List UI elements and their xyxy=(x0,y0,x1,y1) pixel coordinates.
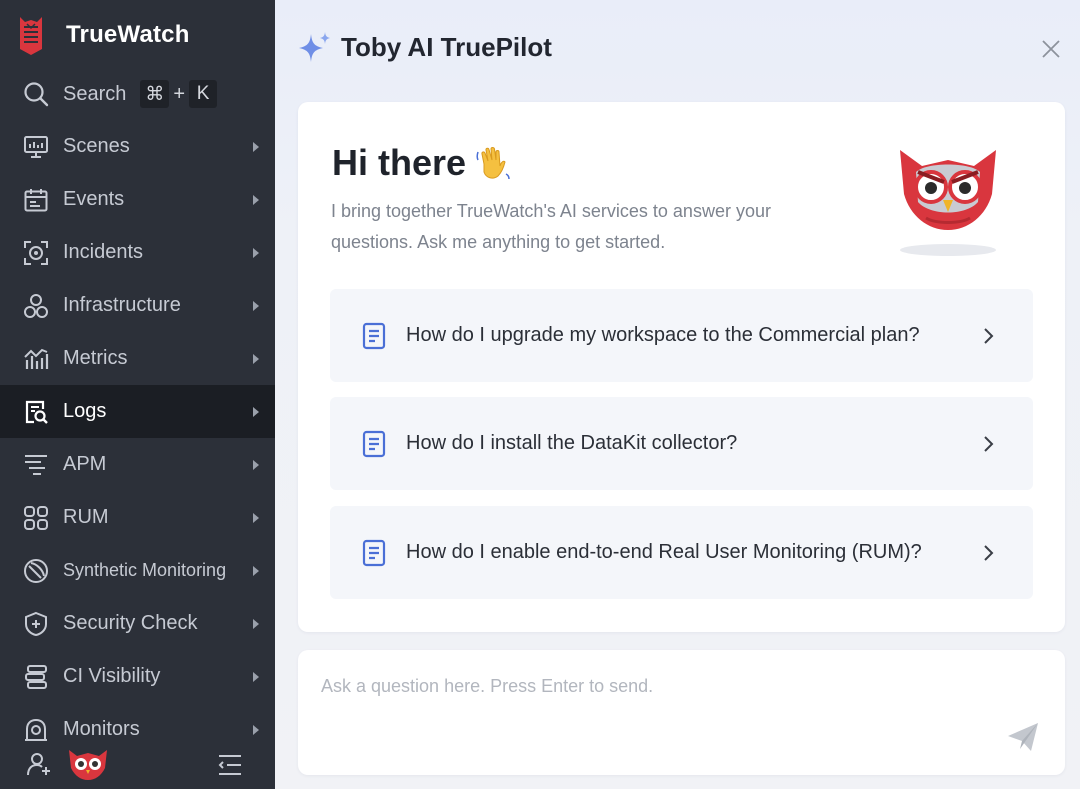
sparkle-icon xyxy=(299,32,330,62)
calendar-icon xyxy=(22,186,50,214)
caret-right-icon xyxy=(253,724,259,735)
chevron-right-icon xyxy=(984,544,994,561)
monitor-icon xyxy=(22,133,50,161)
panel-header: Toby AI TruePilot xyxy=(297,30,552,64)
sidebar-item-label: Metrics xyxy=(63,347,128,369)
suggestion-item[interactable]: How do I upgrade my workspace to the Com… xyxy=(330,289,1033,382)
sidebar-item-label: Logs xyxy=(63,400,107,422)
panel-title: Toby AI TruePilot xyxy=(341,31,552,62)
sidebar-item-logs[interactable]: Logs xyxy=(0,385,275,438)
caret-right-icon xyxy=(253,247,259,258)
document-icon xyxy=(362,539,386,566)
shortcut-plus: + xyxy=(173,82,186,105)
assistant-panel: Toby AI TruePilot Hi there I bring toget… xyxy=(275,0,1080,789)
caret-right-icon xyxy=(253,459,259,470)
sidebar-item-rum[interactable]: RUM xyxy=(0,491,275,544)
collapse-sidebar-icon[interactable] xyxy=(217,753,243,777)
send-icon[interactable] xyxy=(1005,719,1041,755)
sidebar: TrueWatch Search ⌘ + K Scenes Events Inc… xyxy=(0,0,275,789)
sidebar-item-label: CI Visibility xyxy=(63,665,161,687)
caret-right-icon xyxy=(253,671,259,682)
intro-text: I bring together TrueWatch's AI services… xyxy=(331,201,771,252)
question-input[interactable] xyxy=(321,676,961,716)
chevron-right-icon xyxy=(984,435,994,452)
sidebar-item-synthetic-monitoring[interactable]: Synthetic Monitoring xyxy=(0,544,275,597)
shortcut-command-key: ⌘ xyxy=(140,80,170,108)
apm-icon xyxy=(22,451,50,479)
truewatch-logo-icon xyxy=(20,17,42,55)
sidebar-item-label: Events xyxy=(63,188,125,210)
caret-right-icon xyxy=(253,194,259,205)
suggestion-text: How do I upgrade my workspace to the Com… xyxy=(406,324,920,346)
sidebar-item-label: Monitors xyxy=(63,718,140,740)
sidebar-item-label: RUM xyxy=(63,506,109,528)
add-user-icon[interactable] xyxy=(25,750,53,778)
log-search-icon xyxy=(22,398,50,426)
sidebar-item-security-check[interactable]: Security Check xyxy=(0,597,275,650)
sidebar-footer xyxy=(0,739,275,789)
suggestion-item[interactable]: How do I enable end-to-end Real User Mon… xyxy=(330,506,1033,599)
suggestion-text: How do I enable end-to-end Real User Mon… xyxy=(406,541,922,563)
sidebar-item-label: Security Check xyxy=(63,612,198,634)
synthetic-icon xyxy=(22,557,50,585)
search-button[interactable]: Search ⌘ + K xyxy=(0,71,275,117)
sidebar-item-incidents[interactable]: Incidents xyxy=(0,226,275,279)
sidebar-item-label: Incidents xyxy=(63,241,144,263)
question-composer xyxy=(298,650,1065,775)
shield-icon xyxy=(22,610,50,638)
waving-hand-icon xyxy=(476,147,510,180)
sidebar-item-label: APM xyxy=(63,453,107,475)
caret-right-icon xyxy=(253,406,259,417)
owl-avatar[interactable] xyxy=(67,746,109,782)
caret-right-icon xyxy=(253,565,259,576)
close-icon[interactable] xyxy=(1040,38,1062,60)
sidebar-item-label: Synthetic Monitoring xyxy=(63,560,227,580)
sidebar-item-events[interactable]: Events xyxy=(0,173,275,226)
sidebar-item-apm[interactable]: APM xyxy=(0,438,275,491)
document-icon xyxy=(362,322,386,349)
sidebar-item-scenes[interactable]: Scenes xyxy=(0,120,275,173)
caret-right-icon xyxy=(253,300,259,311)
chevron-right-icon xyxy=(984,327,994,344)
search-label: Search xyxy=(63,82,127,105)
sidebar-item-infrastructure[interactable]: Infrastructure xyxy=(0,279,275,332)
suggestion-item[interactable]: How do I install the DataKit collector? xyxy=(330,397,1033,490)
app-name: TrueWatch xyxy=(66,21,190,48)
caret-right-icon xyxy=(253,618,259,629)
search-shortcut: ⌘ + K xyxy=(140,80,218,108)
caret-right-icon xyxy=(253,353,259,364)
search-icon xyxy=(22,80,50,108)
rum-icon xyxy=(22,504,50,532)
brand[interactable]: TrueWatch xyxy=(18,12,190,58)
sidebar-item-label: Infrastructure xyxy=(63,294,181,316)
welcome-card: Hi there I bring together TrueWatch's AI… xyxy=(298,102,1065,632)
sidebar-item-ci-visibility[interactable]: CI Visibility xyxy=(0,650,275,703)
greeting-heading: Hi there xyxy=(332,142,512,184)
sidebar-item-label: Scenes xyxy=(63,135,130,157)
document-icon xyxy=(362,430,386,457)
sidebar-item-metrics[interactable]: Metrics xyxy=(0,332,275,385)
metrics-icon xyxy=(22,345,50,373)
suggestion-text: How do I install the DataKit collector? xyxy=(406,432,738,454)
incident-icon xyxy=(22,239,50,267)
nav-list: Scenes Events Incidents Infrastructure M… xyxy=(0,120,275,756)
owl-mascot-icon xyxy=(900,150,996,256)
greeting-text: Hi there xyxy=(332,142,467,183)
caret-right-icon xyxy=(253,512,259,523)
caret-right-icon xyxy=(253,141,259,152)
nodes-icon xyxy=(22,292,50,320)
ci-icon xyxy=(22,663,50,691)
shortcut-k-key: K xyxy=(189,80,218,108)
